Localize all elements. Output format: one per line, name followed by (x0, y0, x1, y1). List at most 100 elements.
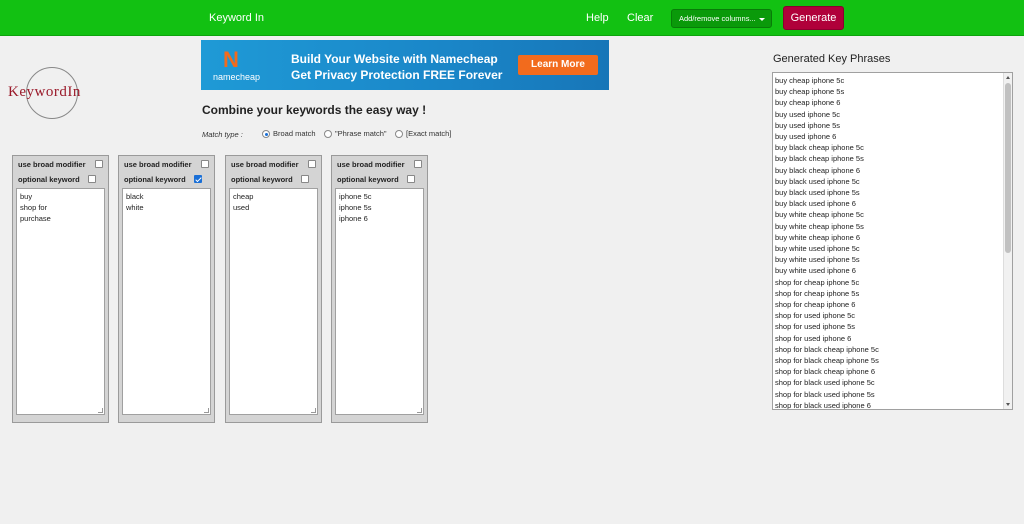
match-type-label: Match type : (202, 130, 243, 139)
generated-phrase-line: buy white cheap iphone 5s (775, 221, 864, 231)
banner-line-2: Get Privacy Protection FREE Forever (291, 68, 503, 82)
generated-phrase-line: buy white used iphone 5c (775, 244, 860, 254)
broad-modifier-label: use broad modifier (337, 160, 405, 169)
generated-phrase-line: shop for used iphone 5c (775, 311, 856, 321)
keyword-line: iphone 5s (339, 203, 372, 212)
generated-phrase-line: buy white used iphone 6 (775, 266, 856, 276)
generated-phrase-line: shop for black cheap iphone 5s (775, 356, 879, 366)
radio-exact[interactable] (395, 130, 403, 139)
keyword-textarea[interactable]: buy shop for purchase (16, 188, 105, 415)
generated-phrase-line: buy used iphone 6 (775, 132, 837, 142)
resize-grip-icon[interactable] (98, 408, 103, 413)
optional-keyword-label: optional keyword (124, 175, 186, 184)
generated-phrase-line: buy white cheap iphone 6 (775, 232, 861, 242)
resize-grip-icon[interactable] (417, 408, 422, 413)
generated-phrase-line: shop for cheap iphone 5s (775, 288, 860, 298)
generated-phrase-line: shop for black used iphone 5s (775, 389, 875, 399)
generated-phrase-line: buy used iphone 5s (775, 120, 841, 130)
page-headline: Combine your keywords the easy way ! (202, 103, 427, 117)
resize-grip-icon[interactable] (204, 408, 209, 413)
broad-modifier-label: use broad modifier (124, 160, 192, 169)
optional-keyword-label: optional keyword (337, 175, 399, 184)
generate-button[interactable]: Generate (783, 6, 844, 30)
keyword-line: iphone 6 (339, 214, 368, 223)
keyword-textarea[interactable]: iphone 5c iphone 5s iphone 6 (335, 188, 424, 415)
help-link[interactable]: Help (586, 12, 609, 24)
generated-phrase-line: shop for black cheap iphone 6 (775, 367, 876, 377)
generated-phrase-line: buy black used iphone 6 (775, 199, 856, 209)
generated-phrase-line: buy white used iphone 5s (775, 255, 860, 265)
banner-brand: namecheap (213, 72, 261, 82)
keyword-line: purchase (20, 214, 51, 223)
radio-phrase[interactable] (324, 130, 332, 139)
generated-phrase-line: shop for black used iphone 5c (775, 378, 875, 388)
clear-link[interactable]: Clear (627, 12, 653, 24)
keyword-line: black (126, 192, 144, 201)
match-exact-label: [Exact match] (406, 129, 452, 138)
match-phrase-label: "Phrase match" (335, 129, 387, 138)
optional-keyword-label: optional keyword (18, 175, 80, 184)
generated-phrase-line: shop for black used iphone 6 (775, 400, 871, 410)
optional-keyword-label: optional keyword (231, 175, 293, 184)
logo-text: KeywordIn (8, 84, 81, 100)
generated-phrase-line: buy black cheap iphone 5s (775, 154, 864, 164)
generated-phrase-line: shop for black cheap iphone 5c (775, 344, 879, 354)
generated-phrase-line: buy black cheap iphone 5c (775, 143, 864, 153)
radio-broad[interactable] (262, 130, 270, 139)
scrollbar[interactable] (1003, 73, 1012, 409)
keyword-line: iphone 5c (339, 192, 372, 201)
generated-phrase-line: buy cheap iphone 6 (775, 98, 841, 108)
optional-keyword-checkbox[interactable] (301, 175, 309, 183)
generated-phrases-list: buy cheap iphone 5c buy cheap iphone 5s bu… (775, 75, 1003, 410)
broad-modifier-checkbox[interactable] (95, 160, 103, 168)
namecheap-logo-icon: N (223, 47, 239, 72)
keyword-column-4: use broad modifier optional keyword ipho… (331, 155, 428, 423)
generated-phrase-line: shop for used iphone 6 (775, 333, 852, 343)
broad-modifier-checkbox[interactable] (414, 160, 422, 168)
match-phrase-option[interactable]: "Phrase match" (324, 129, 387, 139)
generated-phrase-line: buy black used iphone 5s (775, 188, 860, 198)
broad-modifier-checkbox[interactable] (308, 160, 316, 168)
banner-line-1: Build Your Website with Namecheap (291, 52, 498, 66)
broad-modifier-label: use broad modifier (231, 160, 299, 169)
keyword-column-3: use broad modifier optional keyword chea… (225, 155, 322, 423)
generated-phrase-line: shop for cheap iphone 6 (775, 300, 856, 310)
scroll-down-icon[interactable] (1006, 403, 1010, 406)
optional-keyword-checkbox[interactable] (194, 175, 202, 183)
match-broad-option[interactable]: Broad match (262, 129, 316, 139)
optional-keyword-checkbox[interactable] (407, 175, 415, 183)
match-exact-option[interactable]: [Exact match] (395, 129, 452, 139)
keyword-column-2: use broad modifier optional keyword blac… (118, 155, 215, 423)
resize-grip-icon[interactable] (311, 408, 316, 413)
brand-link[interactable]: Keyword In (209, 12, 264, 24)
keyword-textarea[interactable]: black white (122, 188, 211, 415)
add-remove-columns-dropdown[interactable]: Add/remove columns... (671, 9, 772, 28)
generated-phrase-line: shop for cheap iphone 5c (775, 277, 860, 287)
broad-modifier-label: use broad modifier (18, 160, 86, 169)
keyword-line: used (233, 203, 250, 212)
keyword-line: shop for (20, 203, 48, 212)
generated-phrase-line: buy black cheap iphone 6 (775, 165, 861, 175)
generated-phrase-line: buy black used iphone 5c (775, 176, 860, 186)
optional-keyword-checkbox[interactable] (88, 175, 96, 183)
keyword-line: buy (20, 192, 33, 201)
broad-modifier-checkbox[interactable] (201, 160, 209, 168)
keyword-textarea[interactable]: cheap used (229, 188, 318, 415)
learn-more-button[interactable]: Learn More (518, 55, 598, 75)
site-logo[interactable]: KeywordIn (8, 67, 98, 125)
generated-phrase-line: buy cheap iphone 5c (775, 76, 845, 85)
scroll-up-icon[interactable] (1006, 76, 1010, 79)
navbar: Keyword In Help Clear Add/remove columns… (0, 0, 1024, 36)
keyword-column-1: use broad modifier optional keyword buy … (12, 155, 109, 423)
scrollbar-thumb[interactable] (1005, 83, 1011, 253)
ad-banner[interactable]: N namecheap Build Your Website with Name… (201, 40, 609, 90)
match-broad-label: Broad match (273, 129, 316, 138)
generated-phrase-line: buy used iphone 5c (775, 109, 841, 119)
add-remove-columns-label: Add/remove columns... (679, 14, 756, 23)
caret-down-icon (759, 18, 765, 21)
keyword-line: white (126, 203, 144, 212)
generated-phrases-textarea[interactable]: buy cheap iphone 5c buy cheap iphone 5s bu… (772, 72, 1013, 410)
generated-phrases-title: Generated Key Phrases (773, 53, 891, 65)
generated-phrase-line: shop for used iphone 5s (775, 322, 856, 332)
generated-phrase-line: buy white cheap iphone 5c (775, 210, 864, 220)
